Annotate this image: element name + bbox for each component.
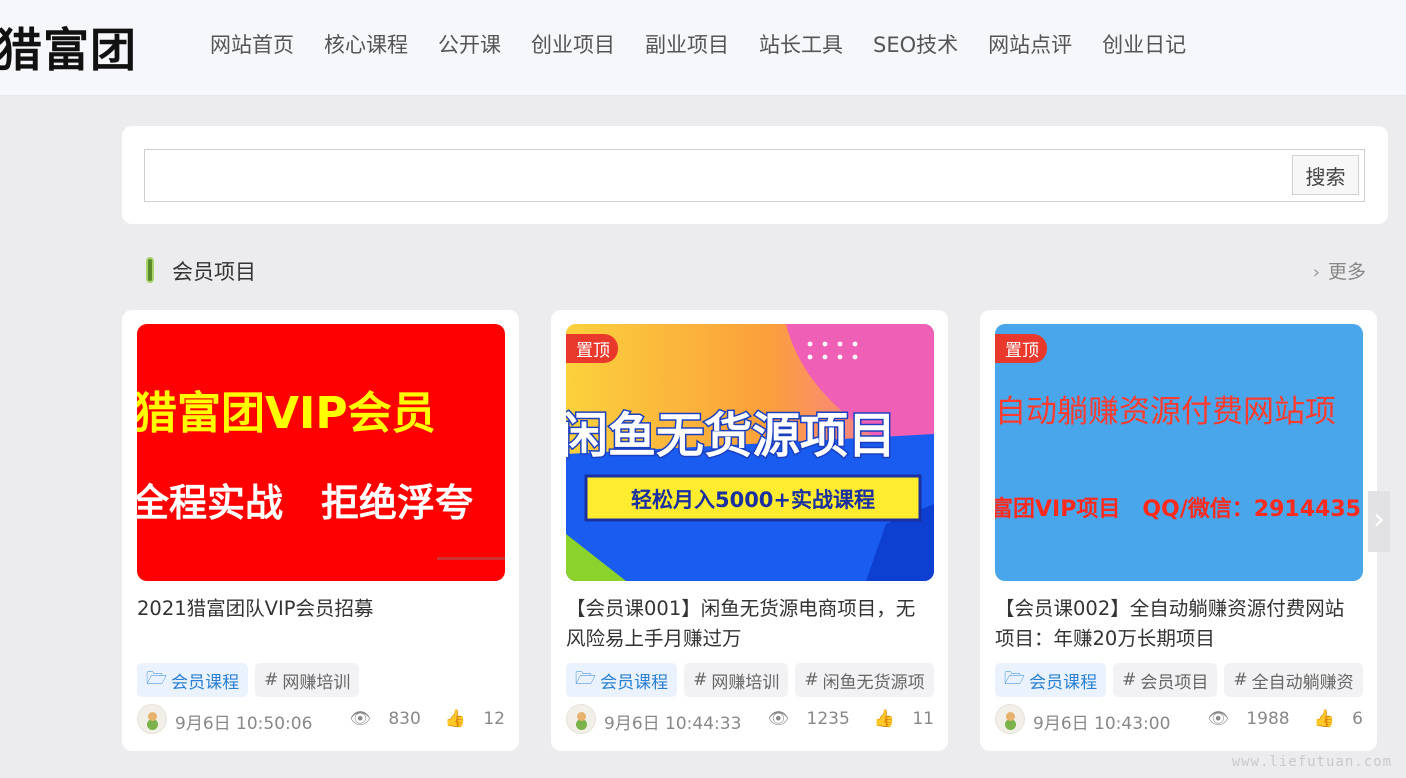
- post-title[interactable]: 【会员课002】全自动躺赚资源付费网站项目：年赚20万长期项目: [995, 594, 1355, 654]
- search-button[interactable]: 搜索: [1292, 155, 1359, 195]
- category-tag[interactable]: 🗁 会员课程: [137, 663, 249, 697]
- post-thumbnail[interactable]: 闲鱼无货源项目 轻松月入5000+实战课程 置顶: [566, 324, 934, 581]
- post-card[interactable]: 自动躺赚资源付费网站项 富团VIP项目 QQ/微信：2914435 置顶 【会员…: [980, 310, 1377, 751]
- chevron-right-icon: ›: [1312, 262, 1320, 283]
- chevron-right-icon: ›: [1373, 502, 1385, 537]
- tag-label: 会员课程: [1029, 672, 1098, 693]
- views-count: 👁 1235: [767, 709, 850, 729]
- likes-count[interactable]: 👍 11: [862, 709, 934, 729]
- post-thumbnail[interactable]: 猎富团VIP会员 全程实战 拒绝浮夸: [137, 324, 505, 581]
- post-thumbnail[interactable]: 自动躺赚资源付费网站项 富团VIP项目 QQ/微信：2914435 置顶: [995, 324, 1363, 581]
- thumbnail-line2: 全程实战 拒绝浮夸: [137, 481, 473, 525]
- hash-icon: #: [1122, 670, 1137, 690]
- post-time: 9月6日 10:44:33: [604, 714, 742, 734]
- watermark: www.liefutuan.com: [1231, 754, 1392, 770]
- eye-icon: 👁: [349, 709, 371, 729]
- post-time: 9月6日 10:50:06: [175, 714, 313, 734]
- site-header: 猎富团 网站首页 核心课程 公开课 创业项目 副业项目 站长工具 SEO技术 网…: [0, 0, 1406, 96]
- nav-item[interactable]: 网站首页: [210, 29, 294, 59]
- search-panel: 搜索: [122, 126, 1388, 224]
- thumbnail-art: 自动躺赚资源付费网站项 富团VIP项目 QQ/微信：2914435: [995, 394, 1361, 522]
- thumbs-up-icon: 👍: [873, 709, 895, 729]
- avatar[interactable]: [566, 704, 596, 734]
- carousel-next-button[interactable]: ›: [1368, 491, 1390, 552]
- pinned-badge: 置顶: [566, 334, 618, 363]
- post-card[interactable]: 闲鱼无货源项目 轻松月入5000+实战课程 置顶 【会员课001】闲鱼无货源电商…: [551, 310, 948, 751]
- post-tag[interactable]: # 会员项目: [1113, 663, 1218, 697]
- search-input[interactable]: [151, 156, 1281, 194]
- nav-item[interactable]: SEO技术: [873, 29, 958, 59]
- post-stats: 👁 1988 👍 6: [1183, 709, 1363, 729]
- post-time: 9月6日 10:43:00: [1033, 714, 1171, 734]
- folder-icon: 🗁: [1004, 668, 1026, 689]
- hash-icon: #: [693, 670, 708, 690]
- post-tags: 🗁 会员课程 # 网赚培训: [137, 663, 505, 697]
- nav-item[interactable]: 核心课程: [324, 29, 408, 59]
- search-box: 搜索: [144, 149, 1365, 202]
- thumbnail-art: 猎富团VIP会员 全程实战 拒绝浮夸: [137, 388, 505, 560]
- folder-icon: 🗁: [575, 668, 597, 689]
- post-card[interactable]: 猎富团VIP会员 全程实战 拒绝浮夸 2021猎富团队VIP会员招募 🗁 会员课程…: [122, 310, 519, 751]
- post-meta: 9月6日 10:50:06 👁 830 👍 12: [137, 704, 505, 734]
- folder-icon: 🗁: [146, 668, 168, 689]
- thumbnail-art: 闲鱼无货源项目 轻松月入5000+实战课程: [566, 324, 934, 581]
- tag-label: 会员课程: [600, 672, 669, 693]
- thumbnail-line1: 猎富团VIP会员: [137, 388, 436, 439]
- pinned-badge: 置顶: [995, 334, 1047, 363]
- nav-item[interactable]: 创业日记: [1102, 29, 1186, 59]
- section-header: 会员项目 › 更多: [142, 254, 1366, 286]
- post-tag[interactable]: # 全自动躺赚资: [1224, 663, 1363, 697]
- more-link[interactable]: › 更多: [1313, 257, 1366, 284]
- nav-item[interactable]: 创业项目: [531, 29, 615, 59]
- nav-item[interactable]: 站长工具: [759, 29, 843, 59]
- tag-label: 闲鱼无货源项: [822, 672, 925, 693]
- post-tag[interactable]: # 闲鱼无货源项: [795, 663, 934, 697]
- likes-count[interactable]: 👍 12: [433, 709, 505, 729]
- nav-item[interactable]: 公开课: [438, 29, 501, 59]
- section-marker: [146, 257, 154, 283]
- site-logo[interactable]: 猎富团: [0, 14, 137, 80]
- more-label: 更多: [1327, 261, 1366, 283]
- post-tags: 🗁 会员课程 # 会员项目 # 全自动躺赚资: [995, 663, 1363, 697]
- tag-label: 会员项目: [1140, 672, 1209, 693]
- thumbnail-line2: 轻松月入5000+实战课程: [631, 488, 875, 512]
- avatar[interactable]: [137, 704, 167, 734]
- section-title: 会员项目: [172, 260, 256, 284]
- likes-count[interactable]: 👍 6: [1302, 709, 1363, 729]
- category-tag[interactable]: 🗁 会员课程: [566, 663, 678, 697]
- nav-item[interactable]: 副业项目: [645, 29, 729, 59]
- post-title[interactable]: 【会员课001】闲鱼无货源电商项目，无风险易上手月赚过万: [566, 594, 926, 654]
- post-stats: 👁 830 👍 12: [325, 709, 505, 729]
- thumbs-up-icon: 👍: [444, 709, 466, 729]
- views-count: 👁 830: [349, 709, 421, 729]
- tag-label: 会员课程: [171, 672, 240, 693]
- post-tags: 🗁 会员课程 # 网赚培训 # 闲鱼无货源项: [566, 663, 934, 697]
- main-nav: 网站首页 核心课程 公开课 创业项目 副业项目 站长工具 SEO技术 网站点评 …: [210, 29, 1216, 59]
- thumbnail-line1: 闲鱼无货源项目: [566, 408, 896, 464]
- eye-icon: 👁: [1207, 709, 1229, 729]
- thumbnail-line1: 自动躺赚资源付费网站项: [995, 394, 1336, 430]
- category-tag[interactable]: 🗁 会员课程: [995, 663, 1107, 697]
- views-count: 👁 1988: [1207, 709, 1290, 729]
- post-tag[interactable]: # 网赚培训: [255, 663, 360, 697]
- tag-label: 全自动躺赚资: [1251, 672, 1354, 693]
- post-meta: 9月6日 10:43:00 👁 1988 👍 6: [995, 704, 1363, 734]
- post-title[interactable]: 2021猎富团队VIP会员招募: [137, 594, 497, 624]
- hash-icon: #: [804, 670, 819, 690]
- hash-icon: #: [264, 670, 279, 690]
- eye-icon: 👁: [767, 709, 790, 729]
- post-stats: 👁 1235 👍 11: [744, 709, 934, 729]
- thumbs-up-icon: 👍: [1313, 709, 1335, 729]
- post-meta: 9月6日 10:44:33 👁 1235 👍 11: [566, 704, 934, 734]
- avatar[interactable]: [995, 704, 1025, 734]
- tag-label: 网赚培训: [711, 672, 780, 693]
- hash-icon: #: [1233, 670, 1248, 690]
- tag-label: 网赚培训: [282, 672, 351, 693]
- thumbnail-line2: 富团VIP项目 QQ/微信：2914435: [995, 496, 1361, 522]
- post-tag[interactable]: # 网赚培训: [684, 663, 789, 697]
- nav-item[interactable]: 网站点评: [988, 29, 1072, 59]
